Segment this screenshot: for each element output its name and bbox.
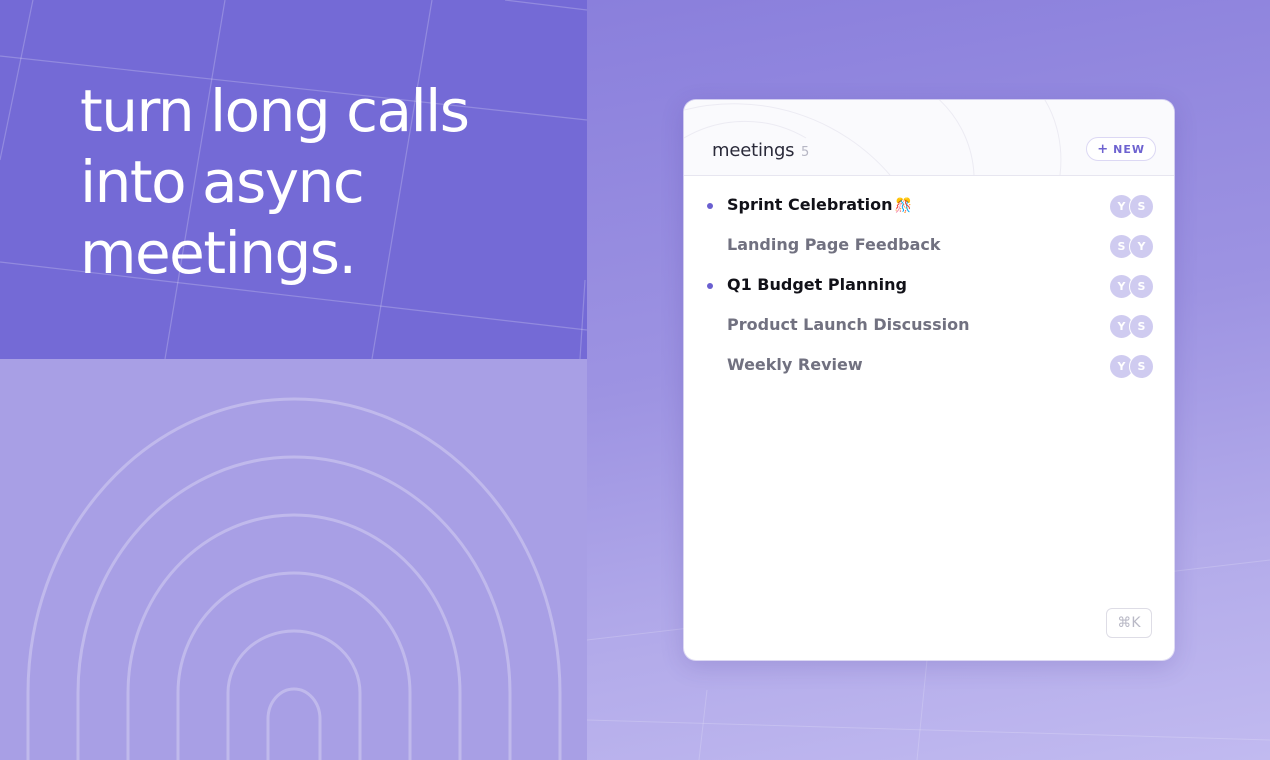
meeting-title: Sprint Celebration 🎊 — [727, 195, 912, 214]
meetings-title: meetings — [712, 140, 795, 161]
meetings-count: 5 — [801, 145, 810, 160]
participants-avatars: YS — [1109, 274, 1154, 299]
meetings-list: Sprint Celebration 🎊 Y S Landing Page Feedba… — [684, 186, 1174, 386]
arches-panel — [0, 359, 587, 760]
participants-avatars: YS — [1109, 354, 1154, 379]
meeting-row[interactable]: Product Launch Discussion Y S — [684, 306, 1174, 346]
hero-headline: turn long calls into async meetings. — [80, 77, 470, 287]
meeting-row[interactable]: Landing Page Feedback S Y — [684, 226, 1174, 266]
avatar: S — [1129, 314, 1154, 339]
arches-decoration — [26, 397, 562, 760]
meeting-row[interactable]: Q1 Budget Planning Y S — [684, 266, 1174, 306]
meetings-header: meetings 5 + NEW — [684, 100, 1174, 176]
meeting-title: Product Launch Discussion — [727, 315, 970, 334]
meeting-row[interactable]: Weekly Review Y S — [684, 346, 1174, 386]
meetings-panel: meetings 5 + NEW Sprint Celebration 🎊 Y S La… — [684, 100, 1174, 660]
hero-panel: turn long calls into async meetings. — [0, 0, 587, 359]
participants-avatars: YS — [1109, 194, 1154, 219]
unread-dot-icon — [707, 283, 713, 289]
participants-avatars: SY — [1109, 234, 1154, 259]
avatar: S — [1129, 274, 1154, 299]
avatar: S — [1129, 354, 1154, 379]
plus-icon: + — [1097, 141, 1110, 157]
avatar: S — [1129, 194, 1154, 219]
meeting-row[interactable]: Sprint Celebration 🎊 Y S — [684, 186, 1174, 226]
participants-avatars: YS — [1109, 314, 1154, 339]
confetti-icon: 🎊 — [894, 198, 912, 214]
unread-dot-icon — [707, 203, 713, 209]
meeting-title: Landing Page Feedback — [727, 235, 941, 254]
new-meeting-button[interactable]: + NEW — [1086, 137, 1156, 161]
meeting-title: Weekly Review — [727, 355, 863, 374]
new-button-label: NEW — [1113, 142, 1145, 156]
meeting-title: Q1 Budget Planning — [727, 275, 907, 294]
avatar: Y — [1129, 234, 1154, 259]
command-k-shortcut[interactable]: ⌘K — [1106, 608, 1152, 638]
